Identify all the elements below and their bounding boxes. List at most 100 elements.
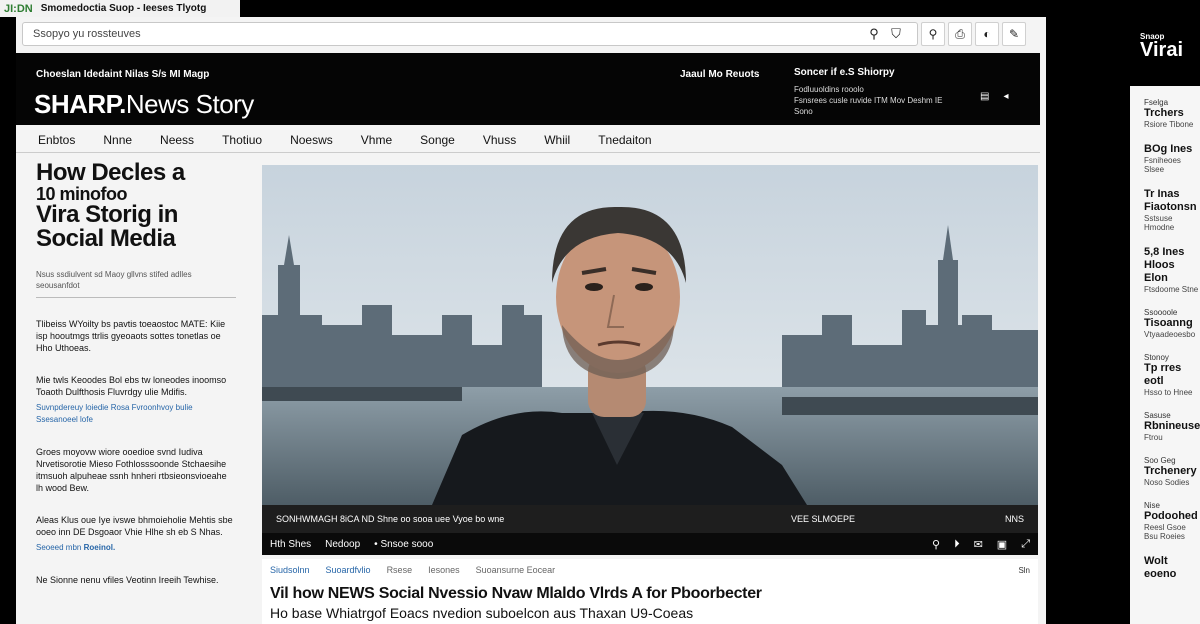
right-logo[interactable]: Snaop Virai [1140,32,1183,62]
page-title: How Decles a 10 minofoo Vira Storig in S… [36,161,240,251]
tag-count: Sln [1018,565,1030,575]
mail-icon[interactable]: ✉ [974,538,983,551]
sidebar-item[interactable]: Sasuse Rbnineuse Ftrou [1144,411,1200,442]
browser-toolbar: Ssopyo yu rossteuves ⚲ ⛉ ⚲ ⎙ ◐ ✎ [16,17,1046,51]
player-controls: ⚲ ⏵ ✉ ▣ ⤢ [932,538,1030,551]
story-teaser-text: Seoeed mbn [36,543,82,552]
story-item[interactable]: Mie twls Keoodes Bol ebs tw loneodes ino… [36,374,236,426]
nav-item[interactable]: Nnne [103,133,132,147]
header-promo[interactable]: Soncer if e.S Shiorpy Fodluuoldins roool… [794,67,994,117]
search-icon[interactable]: ⚲ [932,538,940,551]
sidebar-item-sub: Fsniheoes Slsee [1144,156,1181,174]
sidebar-item-category: Stonoy [1144,353,1169,362]
browser-window: Ssopyo yu rossteuves ⚲ ⛉ ⚲ ⎙ ◐ ✎ Choesla… [16,17,1046,624]
headline-line: Vira Storig in [36,201,178,228]
shield-icon[interactable]: ⛉ [885,26,907,42]
promo-line: Sono [794,107,813,116]
player-info: • Snsoe sooo [374,538,434,550]
tag[interactable]: Siudsolnn [270,565,310,575]
sidebar-item[interactable]: Nise Podoohed Reesl Gsoe Bsu Roeies [1144,501,1200,541]
nav-item[interactable]: Songe [420,133,455,147]
sidebar-item[interactable]: BOg Ines Fsniheoes Slsee [1144,143,1200,174]
nav-item[interactable]: Thotiuo [222,133,262,147]
byline-line: seousanfdot [36,281,80,290]
sidebar-item-category: Ssoooole [1144,308,1178,317]
nav-item[interactable]: Neess [160,133,194,147]
sidebar-item-sub: Noso Sodies [1144,478,1190,487]
location-icon[interactable]: ◂ [1003,91,1008,102]
sidebar-item-category: Sasuse [1144,411,1171,420]
tag[interactable]: Iesones [428,565,460,575]
sidebar-item[interactable]: Stonoy Tp rres eotl Hsso to Hnee [1144,353,1200,397]
tab-title: Smomedoctia Suop - Ieeses Tlyotg [40,3,207,14]
story-text: Groes moyovw wiore ooedioe svnd Iudiva N… [36,447,227,493]
right-sidebar: Fselga Trchers Rsiore Tibone BOg Ines Fs… [1130,86,1200,624]
story-teaser: Suvnpdereuy loiedie Rosa Fvroonhvoy buli… [36,403,193,424]
sidebar-item-title: Tp rres eotl [1144,362,1182,387]
browser-tab[interactable]: JI:DN Smomedoctia Suop - Ieeses Tlyotg [0,0,240,17]
headline-line: Social Media [36,225,176,252]
nav-item[interactable]: Tnedaiton [598,133,651,147]
sidebar-item-title: Tisoanng [1144,317,1193,329]
tag[interactable]: Rsese [387,565,413,575]
story-link[interactable]: Roeinol. [84,543,116,552]
extension-button[interactable]: ⚲ [921,22,945,46]
player-label: Nedoop [325,538,361,550]
sidebar-item-category: Soo Geg [1144,456,1176,465]
tag[interactable]: Suoardfvlio [326,565,371,575]
sidebar-item[interactable]: Tr Inas Fiaotonsn Sstsuse Hmodne [1144,188,1200,232]
promo-line: Fsnsrees cusle ruvide ITM Mov Deshm IE [794,96,943,105]
sidebar-item[interactable]: Fselga Trchers Rsiore Tibone [1144,98,1200,129]
url-bar[interactable]: Ssopyo yu rossteuves ⚲ ⛉ [22,22,918,46]
sidebar-item[interactable]: Ssoooole Tisoanng Vtyaadeoesbo [1144,308,1200,339]
tab-logo: JI:DN [4,2,33,15]
sidebar-item-sub: Hsso to Hnee [1144,388,1193,397]
sidebar-item-sub: Reesl Gsoe Bsu Roeies [1144,523,1186,541]
caption-meta: VEE SLMOEPE [790,514,855,524]
theme-icon: ◐ [983,27,991,41]
article-subtitle: Ho base Whiatrgof Eoacs nvedion suboelco… [270,605,694,621]
story-item[interactable]: Groes moyovw wiore ooedioe svnd Iudiva N… [36,446,236,494]
sidebar-item-title: Trchenery [1144,465,1197,477]
story-item[interactable]: Aleas Klus oue Iye ivswe bhmoieholie Meh… [36,514,236,554]
story-item[interactable]: Tlibeiss WYoilty bs pavtis toeaostoc MAT… [36,318,236,354]
sidebar-item[interactable]: Wolt eoeno [1144,555,1200,581]
nav-item[interactable]: Noesws [290,133,333,147]
search-icon[interactable]: ⚲ [863,26,885,42]
caption-icon[interactable]: ▣ [997,538,1007,551]
nav-item[interactable]: Enbtos [38,133,75,147]
player-bar: Hth Shes Nedoop • Snsoe sooo ⚲ ⏵ ✉ ▣ ⤢ [262,533,1038,555]
story-text: Ne Sionne nenu vfiles Veotinn Ireeih Tew… [36,575,219,585]
article-title[interactable]: Vil how NEWS Social Nvessio Nvaw Mlaldo … [270,585,1030,603]
header-icons: ▤ ◂ [980,91,1008,102]
play-icon[interactable]: ⏵ [954,538,960,551]
header-link[interactable]: Jaaul Mo Reuots [680,69,759,80]
sidebar-item[interactable]: Soo Geg Trchenery Noso Sodies [1144,456,1200,487]
edit-icon: ✎ [1008,27,1020,41]
edit-button[interactable]: ✎ [1002,22,1026,46]
caption-text: SONHWMAGH 8iCA ND Shne oo sooa uee Vyoe … [276,514,505,524]
fullscreen-icon[interactable]: ⤢ [1021,538,1030,551]
sidebar-item[interactable]: 5,8 Ines Hloos Elon Ftsdoome Stne [1144,246,1200,294]
sidebar-item-sub: Vtyaadeoesbo [1144,330,1196,339]
print-button[interactable]: ⎙ [948,22,972,46]
right-logo-big: Virai [1140,39,1183,61]
hero-media[interactable]: SONHWMAGH 8iCA ND Shne oo sooa uee Vyoe … [262,165,1038,555]
story-item[interactable]: Ne Sionne nenu vfiles Veotinn Ireeih Tew… [36,574,236,586]
sidebar-item-sub: Ftrou [1144,433,1163,442]
story-text: Aleas Klus oue Iye ivswe bhmoieholie Meh… [36,515,233,537]
sidebar-item-sub: Rsiore Tibone [1144,120,1194,129]
byline-line: Nsus ssdiulvent sd Maoy gllvns stifed ad… [36,270,192,279]
tag-more[interactable]: Suoansurne Eocear [476,565,556,575]
player-label: Hth Shes [270,538,312,550]
nav-item[interactable]: Vhme [361,133,392,147]
site-logo[interactable]: SHARP.News Story [34,89,254,120]
url-text[interactable]: Ssopyo yu rossteuves [33,28,863,40]
menu-icon[interactable]: ▤ [980,91,989,102]
theme-button[interactable]: ◐ [975,22,999,46]
sidebar-item-title: Rbnineuse [1144,420,1200,432]
nav-item[interactable]: Whiil [544,133,570,147]
sidebar-item-title: 5,8 Ines Hloos Elon [1144,246,1185,284]
media-caption: SONHWMAGH 8iCA ND Shne oo sooa uee Vyoe … [262,505,1038,533]
nav-item[interactable]: Vhuss [483,133,516,147]
